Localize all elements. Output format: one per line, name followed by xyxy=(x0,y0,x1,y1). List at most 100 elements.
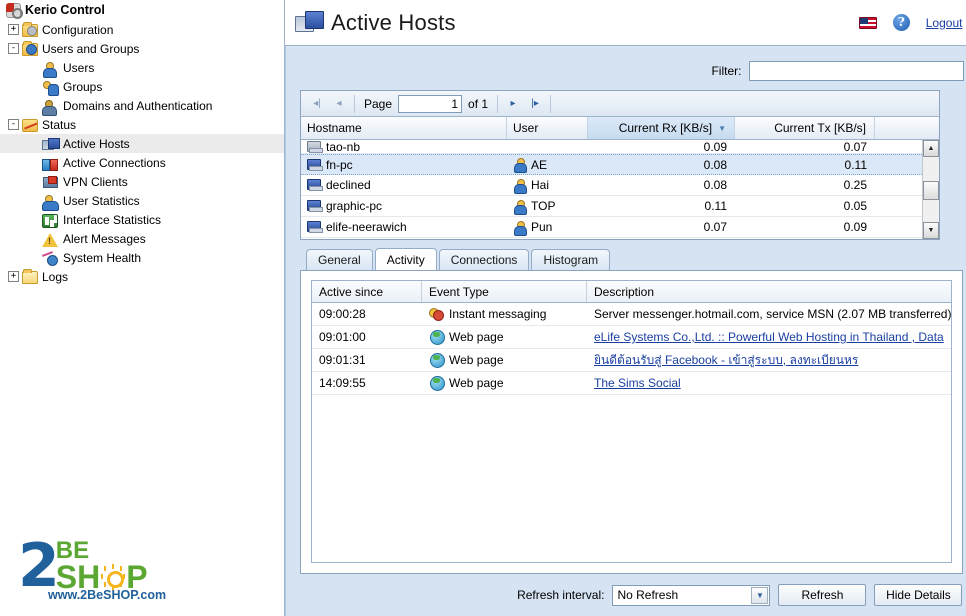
list-item[interactable]: 09:01:31 Web page ยินดีต้อนรับสู่ Facebook… xyxy=(312,349,952,372)
collapse-icon[interactable]: - xyxy=(8,119,19,130)
tab-histogram[interactable]: Histogram xyxy=(531,249,611,270)
page-number-input[interactable] xyxy=(398,94,463,113)
hostname-text: elife-neerawich xyxy=(326,220,407,234)
sidebar-item-users-and-groups[interactable]: - Users and Groups xyxy=(0,39,284,58)
description-link[interactable]: The Sims Social xyxy=(594,376,681,390)
tab-activity[interactable]: Activity xyxy=(374,248,437,270)
hide-details-button[interactable]: Hide Details xyxy=(874,584,963,606)
filter-row: Filter: xyxy=(300,56,966,86)
avatar xyxy=(513,220,527,236)
table-row[interactable]: tao-nb 0.09 0.07 xyxy=(301,140,922,154)
us-flag-icon[interactable] xyxy=(858,16,877,29)
table-row[interactable]: fn-pc AE 0.08 0.11 xyxy=(301,154,922,175)
scroll-down-icon[interactable]: ▼ xyxy=(923,222,939,239)
sidebar-item-label: System Health xyxy=(63,250,142,265)
refresh-button[interactable]: Refresh xyxy=(778,584,867,606)
sidebar-item-label: VPN Clients xyxy=(63,174,128,189)
expand-icon[interactable]: + xyxy=(8,271,19,282)
column-label-hostname: Hostname xyxy=(307,121,362,135)
first-page-button[interactable]: ◂| xyxy=(307,94,327,114)
alert-messages-icon xyxy=(42,232,58,247)
kerio-logo-icon xyxy=(6,2,23,19)
sidebar-item-label: Domains and Authentication xyxy=(63,98,213,113)
column-label-current-tx: Current Tx [KB/s] xyxy=(774,121,866,135)
activity-table-header: Active since Event Type Description xyxy=(312,281,952,303)
cell-current-rx: 0.07 xyxy=(703,220,727,234)
scroll-up-icon[interactable]: ▲ xyxy=(923,140,939,157)
hosts-vertical-scrollbar[interactable]: ▲ ▼ xyxy=(922,140,939,239)
instant-messaging-icon xyxy=(429,307,444,321)
active-connections-icon xyxy=(42,157,58,171)
sidebar-item-label: Active Hosts xyxy=(63,136,130,151)
last-page-button[interactable]: |▸ xyxy=(525,94,545,114)
hostname-text: declined xyxy=(326,178,371,192)
sidebar-item-logs[interactable]: + Logs xyxy=(0,267,284,286)
scrollbar-thumb[interactable] xyxy=(923,181,939,200)
computer-icon xyxy=(307,200,323,212)
sidebar-item-system-health[interactable]: System Health xyxy=(0,248,284,267)
cell-current-tx: 0.11 xyxy=(844,157,867,172)
folder-users-icon xyxy=(22,41,38,56)
sidebar-item-groups[interactable]: Groups xyxy=(0,77,284,96)
avatar xyxy=(513,158,527,173)
table-row[interactable]: elife-neerawich Pun 0.07 0.09 xyxy=(301,217,922,238)
cell-active-since: 14:09:55 xyxy=(319,376,366,390)
sidebar-item-interface-statistics[interactable]: Interface Statistics xyxy=(0,210,284,229)
table-row[interactable]: declined Hai 0.08 0.25 xyxy=(301,175,922,196)
column-header-current-tx[interactable]: Current Tx [KB/s] xyxy=(735,117,875,139)
sidebar-item-vpn-clients[interactable]: VPN Clients xyxy=(0,172,284,191)
sidebar-item-label: Users xyxy=(63,60,95,75)
prev-page-button[interactable]: ◂ xyxy=(329,94,349,114)
sidebar-item-users[interactable]: Users xyxy=(0,58,284,78)
collapse-icon[interactable]: - xyxy=(8,43,19,54)
logout-link[interactable]: Logout xyxy=(926,16,963,30)
description-link[interactable]: eLife Systems Co.,Ltd. :: Powerful Web H… xyxy=(594,330,944,344)
filter-input[interactable] xyxy=(749,61,965,81)
sidebar-item-label: Users and Groups xyxy=(42,41,140,56)
description-link[interactable]: ยินดีต้อนรับสู่ Facebook - เข้าสู่ระบบ, … xyxy=(594,351,858,370)
computer-icon xyxy=(307,179,323,191)
cell-current-tx: 0.25 xyxy=(843,178,867,192)
table-row[interactable]: graphic-pc TOP 0.11 0.05 xyxy=(301,196,922,217)
users-group-icon xyxy=(42,80,59,96)
expand-icon[interactable]: + xyxy=(8,24,19,35)
column-label-current-rx: Current Rx [KB/s] xyxy=(618,121,713,135)
next-page-button[interactable]: ▸ xyxy=(503,94,523,114)
sidebar-root[interactable]: Kerio Control xyxy=(0,0,284,20)
list-item[interactable]: 09:00:28 Instant messaging Server messenge… xyxy=(312,303,952,326)
column-header-active-since[interactable]: Active since xyxy=(312,281,422,302)
sidebar-item-user-statistics[interactable]: User Statistics xyxy=(0,191,284,211)
column-header-hostname[interactable]: Hostname xyxy=(301,117,507,139)
refresh-interval-select[interactable]: No Refresh ▼ xyxy=(612,584,771,606)
list-item[interactable]: 09:01:00 Web page eLife Systems Co.,Ltd. :… xyxy=(312,326,952,349)
column-header-user[interactable]: User xyxy=(507,117,588,139)
interface-statistics-icon xyxy=(42,213,58,228)
sidebar-item-active-hosts[interactable]: Active Hosts xyxy=(0,134,284,153)
chevron-down-icon[interactable]: ▼ xyxy=(751,586,769,604)
tab-connections[interactable]: Connections xyxy=(438,249,530,270)
sidebar-item-configuration[interactable]: + Configuration xyxy=(0,20,284,39)
user-icon xyxy=(42,61,58,78)
user-text: TOP xyxy=(531,199,556,213)
cell-user: TOP xyxy=(507,199,588,215)
sidebar-item-domains-and-authentication[interactable]: Domains and Authentication xyxy=(0,96,284,116)
column-header-current-rx[interactable]: Current Rx [KB/s] ▼ xyxy=(588,117,735,139)
web-page-icon xyxy=(429,330,445,345)
column-header-event-type[interactable]: Event Type xyxy=(422,281,587,302)
sidebar-item-label: Status xyxy=(42,117,77,132)
column-label-active-since: Active since xyxy=(319,284,384,299)
help-icon[interactable]: ? xyxy=(892,14,910,31)
sidebar-item-active-connections[interactable]: Active Connections xyxy=(0,153,284,172)
list-item[interactable]: 14:09:55 Web page The Sims Social xyxy=(312,372,952,395)
tab-general[interactable]: General xyxy=(306,249,373,270)
domain-icon xyxy=(42,99,58,116)
column-header-description[interactable]: Description xyxy=(587,281,951,302)
sun-icon xyxy=(101,564,125,589)
main-area: Active Hosts ? Logout Filter: ◂| ◂ Page xyxy=(285,0,966,616)
content-panel: Filter: ◂| ◂ Page of 1 ▸ |▸ xyxy=(285,46,966,616)
pager-divider xyxy=(354,94,355,113)
computer-gray-icon xyxy=(307,141,323,153)
sidebar-item-alert-messages[interactable]: Alert Messages xyxy=(0,229,284,248)
sidebar-item-status[interactable]: - Status xyxy=(0,115,284,134)
